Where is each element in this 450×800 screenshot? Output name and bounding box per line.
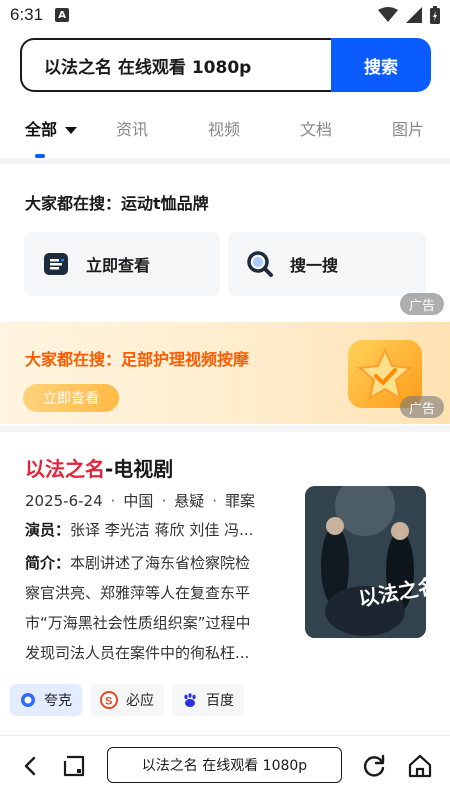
baidu-icon [184, 693, 196, 707]
source-bing[interactable]: S 必应 [90, 684, 164, 716]
home-icon[interactable] [406, 752, 434, 780]
signal-icon [406, 7, 422, 23]
cast-names: 张译 李光洁 蒋欣 刘佳 冯... [70, 521, 254, 539]
banner-title: 大家都在搜：足部护理视频按摩 [25, 350, 250, 369]
view-now-label: 立即查看 [86, 256, 151, 275]
divider [0, 158, 450, 164]
bottom-toolbar: 以法之名 在线观看 1080p [0, 735, 450, 800]
status-bar: 6:31 A [0, 0, 450, 30]
release-date: 2025-6-24 [25, 492, 103, 510]
summary-line: 发现司法人员在案件中的徇私枉... [25, 644, 250, 662]
status-indicators [378, 6, 440, 24]
bing-icon: S [100, 691, 118, 709]
summary-line: 察官洪亮、郑雅萍等人在复查东平 [25, 584, 251, 602]
result-title-rest: -电视剧 [105, 457, 174, 481]
refresh-icon[interactable] [360, 752, 388, 780]
search-engine-row: 夸克 S 必应 百度 [10, 684, 244, 716]
notification-icon: A [55, 8, 70, 22]
hot-search-title[interactable]: 大家都在搜：运动t恤品牌 [25, 190, 209, 214]
tab-images[interactable]: 图片 [392, 116, 424, 140]
source-label: 夸克 [44, 693, 72, 709]
summary-line: 本剧讲述了海东省检察院检 [70, 554, 251, 572]
quark-icon [21, 693, 35, 707]
result-meta: 2025-6-24 · 中国 · 悬疑 · 罪案 [25, 492, 256, 510]
summary-label: 简介： [25, 554, 71, 572]
tab-videos[interactable]: 视频 [208, 116, 240, 140]
tabs-icon[interactable] [61, 752, 89, 780]
search-input[interactable]: 以法之名 在线观看 1080p [20, 38, 331, 92]
result-title[interactable]: 以法之名-电视剧 [25, 453, 173, 482]
magnifier-icon [246, 250, 274, 278]
address-bar[interactable]: 以法之名 在线观看 1080p [107, 747, 342, 783]
caret-down-icon [65, 127, 78, 134]
source-baidu[interactable]: 百度 [172, 684, 244, 716]
result-cast: 演员：张译 李光洁 蒋欣 刘佳 冯... [25, 517, 287, 543]
cast-label: 演员： [25, 521, 71, 539]
source-quark[interactable]: 夸克 [10, 684, 82, 716]
result-title-highlight: 以法之名 [25, 457, 105, 481]
tab-news[interactable]: 资讯 [116, 116, 148, 140]
category-tabs: 全部 资讯 视频 文档 图片 [0, 110, 450, 160]
source-label: 必应 [126, 693, 154, 709]
tab-all[interactable]: 全部 [25, 116, 78, 140]
battery-icon [430, 6, 440, 24]
svg-text:S: S [105, 696, 112, 708]
view-now-button[interactable]: 立即查看 [24, 232, 220, 296]
source-label: 百度 [206, 693, 234, 709]
search-it-button[interactable]: 搜一搜 [228, 232, 426, 296]
back-icon[interactable] [17, 752, 45, 780]
search-bar: 以法之名 在线观看 1080p 搜索 [20, 38, 431, 92]
genre: 罪案 [225, 492, 256, 510]
status-time: 6:31 [10, 5, 44, 24]
tab-label: 全部 [25, 120, 58, 139]
summary-line: 市“万海黑社会性质组织案”过程中 [25, 614, 251, 632]
tab-documents[interactable]: 文档 [300, 116, 332, 140]
search-button[interactable]: 搜索 [331, 38, 431, 92]
banner-view-button[interactable]: 立即查看 [23, 384, 119, 412]
region: 中国 [123, 492, 154, 510]
poster-image[interactable]: 以法之名 [305, 486, 426, 638]
divider [0, 426, 450, 432]
ad-badge: 广告 [400, 293, 444, 315]
search-it-label: 搜一搜 [290, 256, 339, 275]
banner-ad[interactable]: 大家都在搜：足部护理视频按摩 立即查看 广告 [0, 322, 450, 424]
wifi-icon [378, 7, 398, 22]
result-summary: 简介：本剧讲述了海东省检察院检 察官洪亮、郑雅萍等人在复查东平 市“万海黑社会性… [25, 550, 287, 666]
genre: 悬疑 [174, 492, 205, 510]
list-card-icon [42, 250, 70, 278]
ad-badge: 广告 [400, 396, 444, 418]
